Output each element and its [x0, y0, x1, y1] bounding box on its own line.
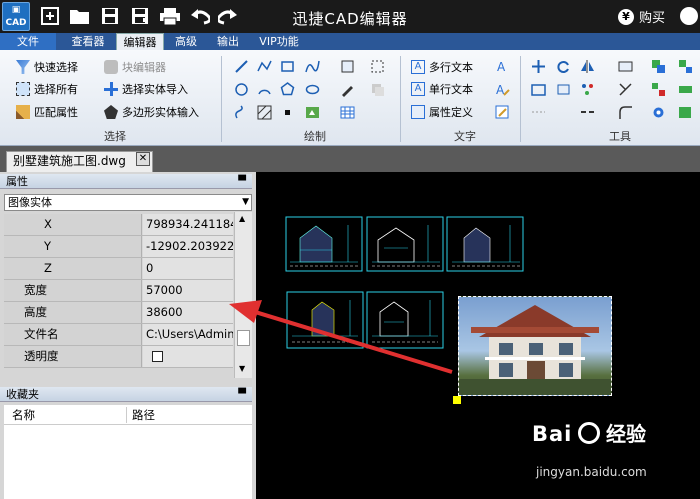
- watermark-brand: Bai: [532, 422, 573, 446]
- elevation-drawing-1[interactable]: [285, 216, 363, 272]
- elevation-drawing-3[interactable]: [446, 216, 524, 272]
- elevation-drawing-5[interactable]: [366, 291, 444, 349]
- house-photo: [459, 305, 611, 395]
- selection-grip[interactable]: [453, 396, 461, 404]
- elevation-drawing-2[interactable]: [366, 216, 444, 272]
- paw-icon: [578, 422, 601, 444]
- watermark: Bai 经验 jingyan.baidu.com: [532, 418, 647, 479]
- house-image-entity[interactable]: [458, 296, 612, 396]
- watermark-url: jingyan.baidu.com: [536, 465, 647, 479]
- watermark-brand-2: 经验: [606, 422, 647, 446]
